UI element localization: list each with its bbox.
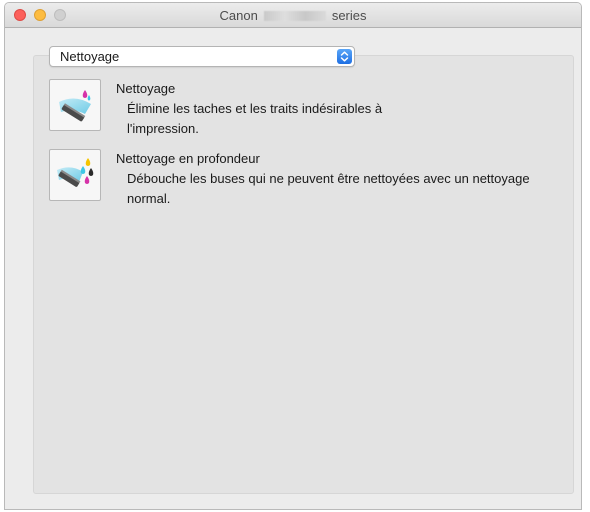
select-chevron-icon[interactable]	[337, 49, 352, 64]
deep-cleaning-description: Débouche les buses qui ne peuvent être n…	[127, 171, 530, 206]
cleaning-title: Nettoyage	[116, 81, 176, 96]
canon-utility-window: Canon series Nettoyage Nettoyage Élimine…	[4, 2, 582, 510]
title-prefix: Canon	[219, 8, 258, 23]
deep-cleaning-title: Nettoyage en profondeur	[116, 151, 260, 166]
title-bar[interactable]: Canon series	[5, 3, 581, 28]
title-suffix: series	[331, 8, 367, 23]
deep-cleaning-icon	[57, 158, 94, 187]
cleaning-button[interactable]	[49, 79, 101, 131]
deep-cleaning-button[interactable]	[49, 149, 101, 201]
cleaning-description: Élimine les taches et les traits indésir…	[127, 101, 383, 136]
redacted-model-name	[263, 11, 326, 21]
function-select[interactable]: Nettoyage	[49, 46, 355, 67]
function-select-value: Nettoyage	[60, 49, 120, 64]
window-title: Canon series	[5, 8, 581, 23]
cleaning-icon	[59, 90, 91, 122]
